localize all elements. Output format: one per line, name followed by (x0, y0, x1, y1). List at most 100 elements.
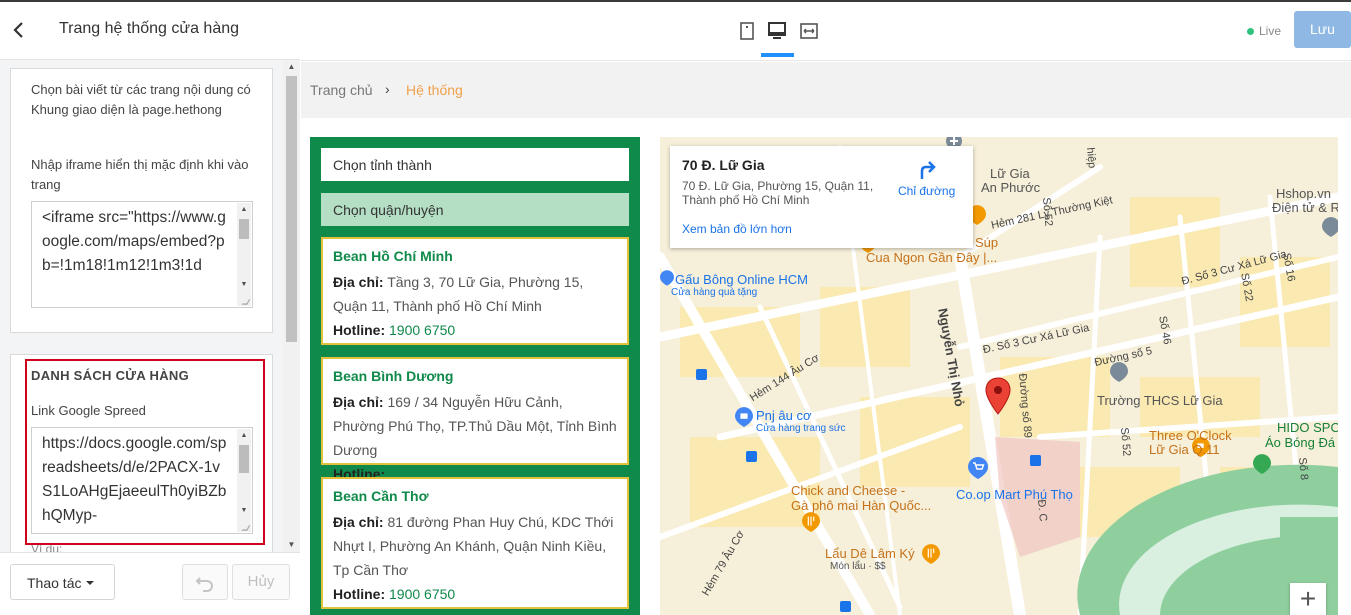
map-label-gau-bong-sub: Cửa hàng quà tặng (671, 287, 758, 298)
iframe-textarea[interactable]: <iframe src="https://www.google.com/maps… (31, 201, 253, 308)
directions-icon[interactable] (916, 159, 938, 181)
district-select[interactable]: Chọn quận/huyện (321, 193, 629, 226)
iframe-value: <iframe src="https://www.google.com/maps… (42, 209, 226, 274)
shop-pin-icon[interactable] (735, 407, 753, 427)
street-label: hiệp (1084, 147, 1098, 169)
address-label: Địa chỉ: (333, 274, 384, 290)
street-label: Số 8 (1296, 457, 1310, 481)
map-label-sup-2[interactable]: Cua Ngon Gần Đây |... (866, 250, 997, 265)
map-info-card: 70 Đ. Lữ Gia 70 Đ. Lữ Gia, Phường 15, Qu… (670, 146, 973, 248)
panel-scroll-thumb[interactable] (286, 76, 297, 342)
map-label-pnj[interactable]: Pnj âu cơ (756, 408, 812, 423)
street-label: Đ. C (1035, 499, 1049, 522)
place-pin-icon[interactable] (1322, 217, 1338, 237)
store-name: Bean Cần Thơ (333, 488, 429, 504)
map-label-coop[interactable]: Co.op Mart Phú Thọ (956, 487, 1073, 502)
map-label-lau-de-sub: Món lẩu · $$ (830, 561, 886, 572)
actions-dropdown[interactable]: Thao tác (10, 564, 115, 600)
live-status: Live (1247, 24, 1281, 38)
chevron-right-icon: › (385, 81, 390, 97)
hotline-number[interactable]: 1900 6750 (389, 586, 455, 602)
desktop-icon[interactable] (765, 19, 789, 43)
actions-label: Thao tác (27, 575, 82, 591)
map-label-three-oclock[interactable]: Three O'Clock (1149, 428, 1232, 443)
place-address: 70 Đ. Lữ Gia, Phường 15, Quận 11, Thành … (682, 179, 874, 207)
mobile-icon[interactable] (735, 19, 759, 43)
map-label-chick-cheese-2: Gà phô mai Hàn Quốc... (791, 498, 932, 513)
restaurant-pin-icon[interactable] (922, 544, 940, 564)
settings-panel: Trang hệ thống cửa hàng Chọn bài viết từ… (0, 2, 300, 615)
panel-title: Trang hệ thống cửa hàng (59, 20, 240, 37)
store-card[interactable]: Bean Cần Thơ Địa chỉ: 81 đường Phan Huy … (321, 477, 629, 609)
bus-stop-icon[interactable] (696, 369, 707, 380)
map-label-sup: Súp (975, 235, 999, 250)
bus-stop-icon[interactable] (840, 601, 851, 612)
panel-scrollbar[interactable]: ▲ ▼ (283, 60, 300, 552)
street-label: Số 52 (1040, 197, 1055, 227)
breadcrumb-current: Hệ thống (406, 82, 463, 98)
province-select[interactable]: Chọn tỉnh thành (321, 148, 629, 181)
store-address: Địa chỉ: 169 / 34 Nguyễn Hữu Cảnh, Phườn… (333, 390, 617, 462)
directions-link[interactable]: Chỉ đường (898, 184, 955, 198)
street-label: Số 52 (1118, 427, 1133, 457)
store-hotline: Hotline: 1900 6750 (333, 582, 617, 606)
scroll-down-icon[interactable]: ▼ (237, 278, 251, 292)
hotline-number[interactable]: 1900 6750 (389, 322, 455, 338)
map-label-gau-bong[interactable]: Gấu Bông Online HCM (675, 272, 808, 287)
scroll-thumb[interactable] (239, 219, 249, 239)
caret-down-icon (86, 581, 94, 585)
iframe-label: Nhập iframe hiển thị mặc định khi vào tr… (31, 157, 249, 192)
map-label-an-phuoc: An Phước (981, 180, 1041, 195)
scroll-down-icon[interactable]: ▼ (283, 538, 300, 552)
scroll-up-icon[interactable]: ▲ (237, 203, 251, 217)
map-label-hshop-2: Điện tử & Rob (1272, 200, 1338, 215)
map-label-hido[interactable]: HIDO SPORT - Sỉ (1277, 420, 1338, 435)
store-name: Bean Bình Dương (333, 368, 454, 384)
store-name: Bean Hồ Chí Minh (333, 248, 453, 264)
map-label-thcs[interactable]: Trường THCS Lữ Gia (1097, 393, 1223, 408)
editor-toolbar: Live Lưu (301, 2, 1351, 61)
fullwidth-icon[interactable] (797, 19, 821, 43)
store-hotline: Hotline: 1900 6750 (333, 318, 617, 342)
chevron-left-icon (13, 22, 23, 38)
store-address: Địa chỉ: 81 đường Phan Huy Chú, KDC Thới… (333, 510, 617, 582)
store-card[interactable]: Bean Hồ Chí Minh Địa chỉ: Tầng 3, 70 Lữ … (321, 237, 629, 345)
active-device-indicator (761, 53, 794, 57)
content-source-description: Chọn bài viết từ các trang nội dung có K… (31, 82, 251, 117)
breadcrumb: Trang chủ › Hệ thống (301, 62, 1351, 118)
undo-button[interactable] (182, 564, 228, 600)
live-label: Live (1259, 24, 1282, 38)
map-label-hido-2: Áo Bóng Đá - Sỉ (1265, 435, 1338, 450)
save-button[interactable]: Lưu (1294, 11, 1351, 48)
undo-icon (195, 577, 213, 592)
panel-footer: Thao tác Hủy (0, 552, 300, 615)
content-source-card: Chọn bài viết từ các trang nội dung có K… (10, 68, 273, 333)
textarea-scrollbar[interactable]: ▲ ▼ (237, 203, 251, 306)
map-label-chick-cheese[interactable]: Chick and Cheese - (791, 483, 905, 498)
breadcrumb-home[interactable]: Trang chủ (310, 82, 373, 98)
shopping-cart-icon[interactable] (968, 457, 988, 479)
map-label-three-oclock-2: Lữ Gia Q.11 (1149, 442, 1220, 457)
map-label-pnj-sub: Cửa hàng trang sức (756, 423, 846, 434)
scroll-up-icon[interactable]: ▲ (283, 60, 300, 74)
hotline-label: Hotline: (333, 586, 386, 602)
hotline-label: Hotline: (333, 322, 386, 338)
map-label-hshop[interactable]: Hshop.vn (1276, 186, 1331, 201)
cancel-button[interactable]: Hủy (232, 564, 290, 600)
location-pin-icon[interactable] (985, 377, 1011, 415)
restaurant-pin-icon[interactable] (802, 512, 820, 532)
address-label: Địa chỉ: (333, 514, 384, 530)
live-dot-icon (1247, 28, 1254, 35)
zoom-in-button[interactable]: + (1290, 583, 1326, 615)
place-title: 70 Đ. Lữ Gia (682, 157, 765, 173)
bus-stop-icon[interactable] (1030, 455, 1041, 466)
panel-header: Trang hệ thống cửa hàng (0, 2, 300, 60)
back-button[interactable] (12, 20, 32, 42)
shop-pin-icon[interactable] (660, 268, 674, 288)
view-larger-map-link[interactable]: Xem bản đồ lớn hơn (682, 222, 792, 236)
map-label-lau-de[interactable]: Lẩu Dê Lâm Ký (825, 546, 915, 561)
store-card[interactable]: Bean Bình Dương Địa chỉ: 169 / 34 Nguyễn… (321, 357, 629, 482)
bus-stop-icon[interactable] (746, 451, 757, 462)
store-address: Địa chỉ: Tầng 3, 70 Lữ Gia, Phường 15, Q… (333, 270, 617, 318)
sport-pin-icon[interactable] (1253, 454, 1271, 474)
